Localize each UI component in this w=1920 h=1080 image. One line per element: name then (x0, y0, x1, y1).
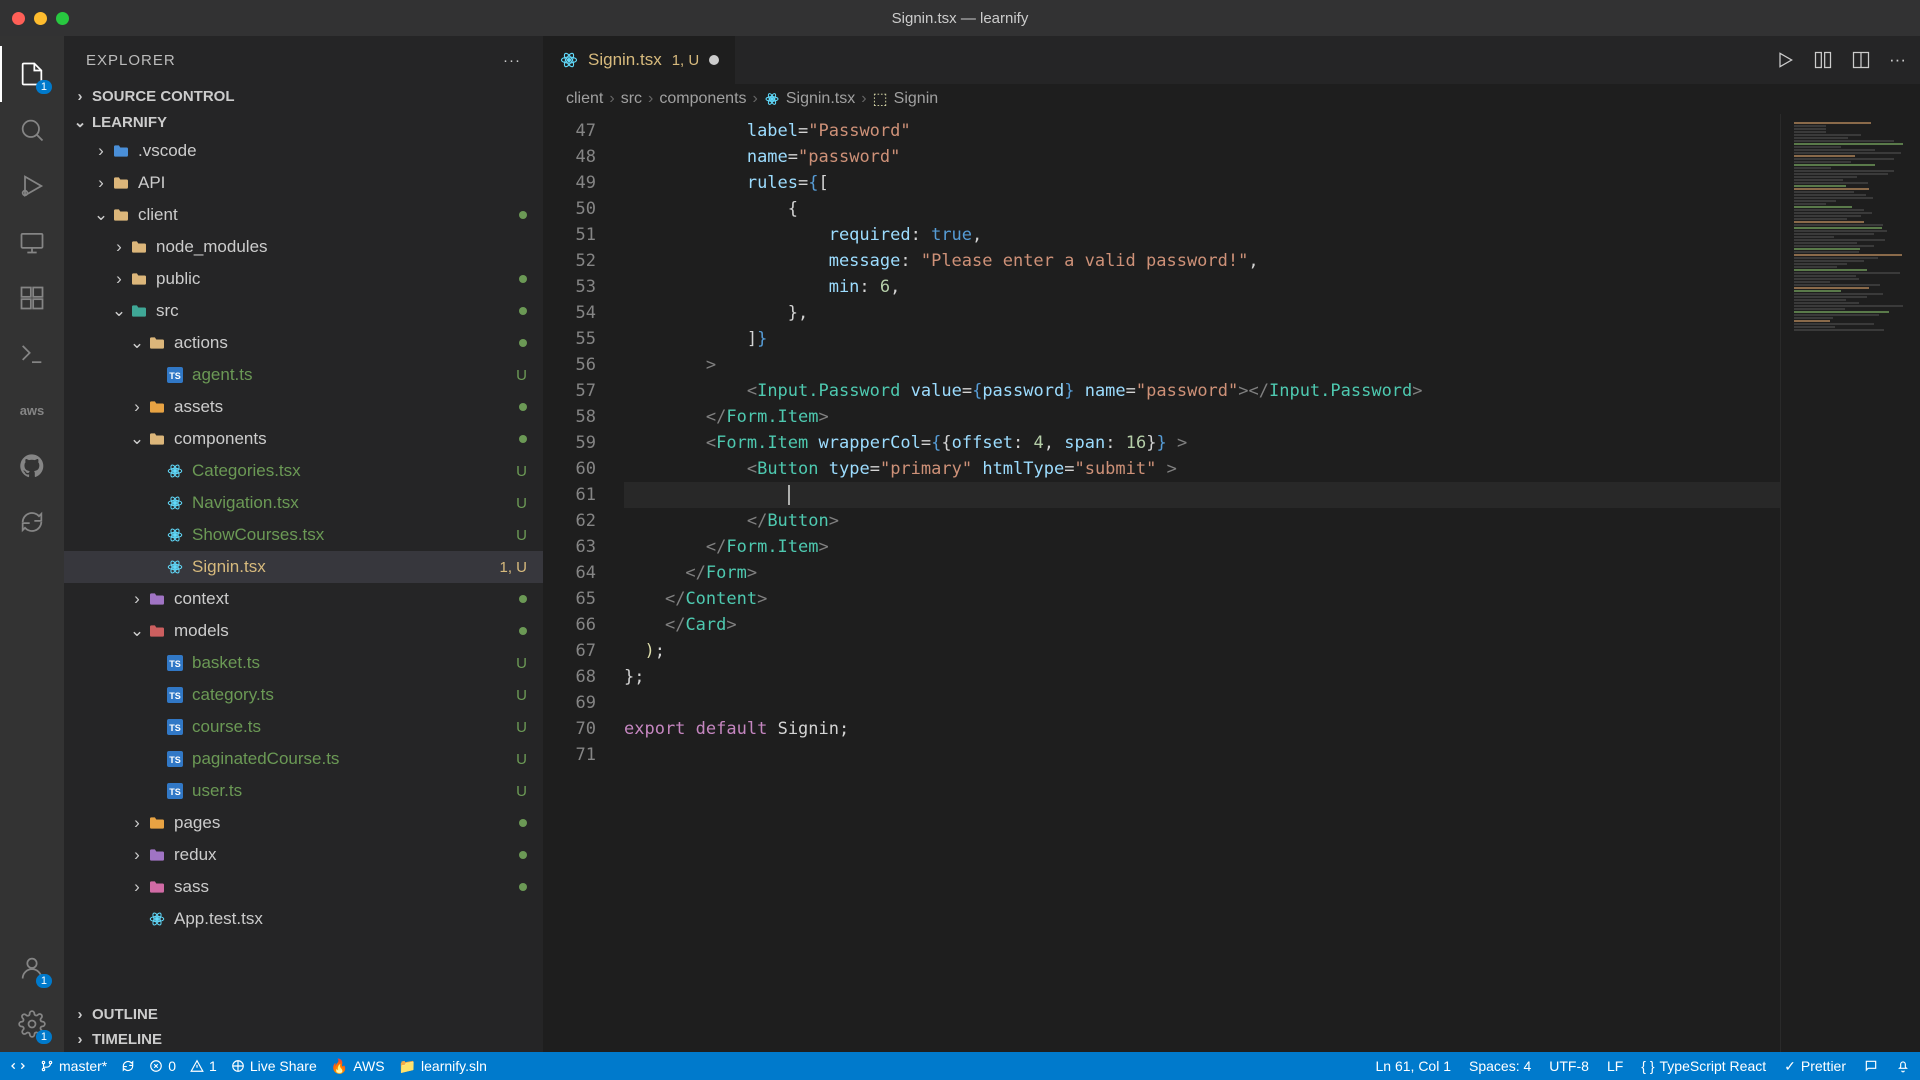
sidebar: EXPLORER ··· ›SOURCE CONTROL ⌄LEARNIFY ›… (64, 36, 544, 1052)
tree-item-agent-ts[interactable]: TSagent.tsU (64, 359, 543, 391)
tree-item-user-ts[interactable]: TSuser.tsU (64, 775, 543, 807)
explorer-badge: 1 (36, 80, 52, 94)
split-icon[interactable] (1851, 50, 1871, 70)
tab-signin[interactable]: Signin.tsx 1, U (544, 36, 736, 84)
svg-text:TS: TS (169, 691, 181, 701)
editor-body[interactable]: 4748495051525354555657585960616263646566… (544, 114, 1920, 1052)
tree-item-categories-tsx[interactable]: Categories.tsxU (64, 455, 543, 487)
run-icon[interactable] (1775, 50, 1795, 70)
tree-item-paginatedcourse-ts[interactable]: TSpaginatedCourse.tsU (64, 743, 543, 775)
window-title: Signin.tsx — learnify (892, 10, 1029, 27)
sidebar-title: EXPLORER ··· (64, 36, 543, 84)
minimap[interactable] (1780, 114, 1920, 1052)
diff-icon[interactable] (1813, 50, 1833, 70)
prettier[interactable]: ✓ Prettier (1784, 1058, 1846, 1075)
tree-item-node_modules[interactable]: ›node_modules (64, 231, 543, 263)
settings-badge: 1 (36, 1030, 52, 1044)
tree-item-actions[interactable]: ⌄actions (64, 327, 543, 359)
live-share[interactable]: Live Share (231, 1058, 317, 1074)
tree-item-category-ts[interactable]: TScategory.tsU (64, 679, 543, 711)
code-content[interactable]: label="Password" name="password" rules={… (624, 114, 1780, 1052)
indent[interactable]: Spaces: 4 (1469, 1058, 1531, 1074)
bell-icon[interactable] (1896, 1059, 1910, 1073)
tree-item-redux[interactable]: ›redux (64, 839, 543, 871)
svg-text:TS: TS (169, 371, 181, 381)
tree-item-navigation-tsx[interactable]: Navigation.tsxU (64, 487, 543, 519)
status-bar: master* 0 1 Live Share 🔥 AWS 📁 learnify.… (0, 1052, 1920, 1080)
section-source-control[interactable]: ›SOURCE CONTROL (64, 84, 543, 109)
eol[interactable]: LF (1607, 1058, 1623, 1074)
tree-item-public[interactable]: ›public (64, 263, 543, 295)
errors-count[interactable]: 0 (149, 1058, 176, 1074)
sync-status[interactable] (121, 1059, 135, 1073)
warnings-count[interactable]: 1 (190, 1058, 217, 1074)
titlebar: Signin.tsx — learnify (0, 0, 1920, 36)
remote-icon[interactable] (0, 214, 64, 270)
tree-item-signin-tsx[interactable]: Signin.tsx1, U (64, 551, 543, 583)
editor: Signin.tsx 1, U ··· client› src› compone… (544, 36, 1920, 1052)
maximize-window[interactable] (56, 12, 69, 25)
close-window[interactable] (12, 12, 25, 25)
tree-item-models[interactable]: ⌄models (64, 615, 543, 647)
settings-icon[interactable]: 1 (0, 996, 64, 1052)
tree-item-course-ts[interactable]: TScourse.tsU (64, 711, 543, 743)
tree-item-sass[interactable]: ›sass (64, 871, 543, 903)
tree-item-pages[interactable]: ›pages (64, 807, 543, 839)
line-gutter: 4748495051525354555657585960616263646566… (544, 114, 624, 1052)
tab-bar: Signin.tsx 1, U ··· (544, 36, 1920, 84)
accounts-icon[interactable]: 1 (0, 940, 64, 996)
remote-indicator[interactable] (10, 1058, 26, 1074)
extensions-icon[interactable] (0, 270, 64, 326)
cursor-position[interactable]: Ln 61, Col 1 (1376, 1058, 1452, 1074)
feedback-icon[interactable] (1864, 1059, 1878, 1073)
aws-status[interactable]: 🔥 AWS (331, 1058, 385, 1075)
git-branch[interactable]: master* (40, 1058, 107, 1074)
solution[interactable]: 📁 learnify.sln (399, 1058, 487, 1075)
svg-text:TS: TS (169, 723, 181, 733)
search-icon[interactable] (0, 102, 64, 158)
encoding[interactable]: UTF-8 (1549, 1058, 1589, 1074)
sidebar-more-icon[interactable]: ··· (503, 52, 521, 69)
aws-icon[interactable]: aws (0, 382, 64, 438)
tree-item-api[interactable]: ›API (64, 167, 543, 199)
file-tree: ›.vscode›API⌄client›node_modules›public⌄… (64, 135, 543, 1002)
tree-item--vscode[interactable]: ›.vscode (64, 135, 543, 167)
explorer-icon[interactable]: 1 (0, 46, 64, 102)
tree-item-app-test-tsx[interactable]: App.test.tsx (64, 903, 543, 935)
section-workspace[interactable]: ⌄LEARNIFY (64, 109, 543, 135)
breadcrumb[interactable]: client› src› components› Signin.tsx› ⬚ S… (544, 84, 1920, 114)
accounts-badge: 1 (36, 974, 52, 988)
run-debug-icon[interactable] (0, 158, 64, 214)
language-mode[interactable]: { } TypeScript React (1641, 1058, 1766, 1074)
tab-label: Signin.tsx (588, 50, 662, 70)
tree-item-components[interactable]: ⌄components (64, 423, 543, 455)
tree-item-client[interactable]: ⌄client (64, 199, 543, 231)
tree-item-showcourses-tsx[interactable]: ShowCourses.tsxU (64, 519, 543, 551)
sync-icon[interactable] (0, 494, 64, 550)
section-timeline[interactable]: ›TIMELINE (64, 1027, 543, 1052)
github-icon[interactable] (0, 438, 64, 494)
tree-item-src[interactable]: ⌄src (64, 295, 543, 327)
svg-text:TS: TS (169, 659, 181, 669)
section-outline[interactable]: ›OUTLINE (64, 1002, 543, 1027)
tree-item-basket-ts[interactable]: TSbasket.tsU (64, 647, 543, 679)
svg-text:TS: TS (169, 755, 181, 765)
tab-dirty-dot (709, 55, 719, 65)
tab-suffix: 1, U (672, 52, 700, 69)
tree-item-assets[interactable]: ›assets (64, 391, 543, 423)
svg-text:TS: TS (169, 787, 181, 797)
minimize-window[interactable] (34, 12, 47, 25)
activity-bar: 1 aws 1 1 (0, 36, 64, 1052)
terminal-icon[interactable] (0, 326, 64, 382)
editor-more-icon[interactable]: ··· (1889, 50, 1906, 70)
tree-item-context[interactable]: ›context (64, 583, 543, 615)
